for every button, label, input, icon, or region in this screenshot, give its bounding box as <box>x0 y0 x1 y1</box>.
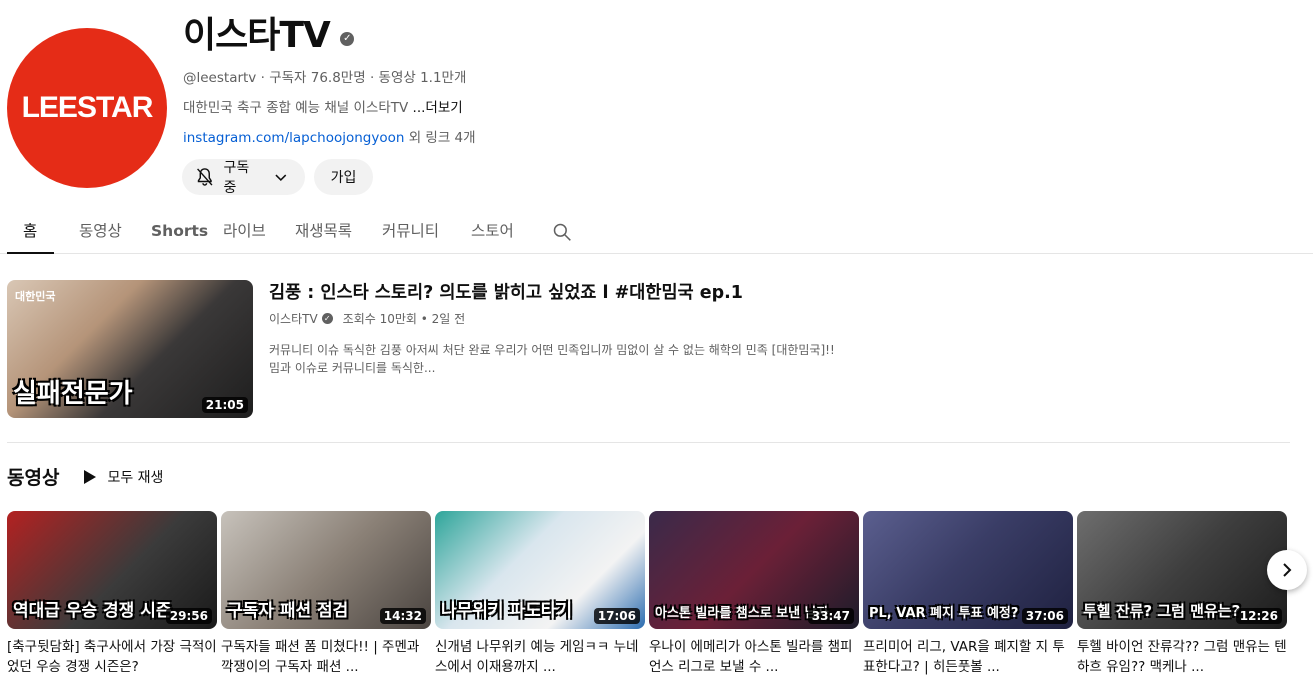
featured-video-info: 김풍 : 인스타 스토리? 의도를 밝히고 싶었죠 l #대한밈국 ep.1 이… <box>269 280 889 377</box>
video-thumb-caption: 구독자 패션 점검 <box>227 601 349 621</box>
tab-community[interactable]: 커뮤니티 <box>382 220 439 242</box>
channel-name-row: 이스타TV ✓ <box>183 12 476 60</box>
tab-playlists[interactable]: 재생목록 <box>295 220 352 242</box>
featured-description-line: 밈과 이슈로 커뮤니티를 독식한... <box>269 361 436 375</box>
verified-check-icon: ✓ <box>339 32 354 46</box>
video-thumb-caption: 아스톤 빌라를 챔스로 보낸 남자 <box>655 606 829 621</box>
tab-videos[interactable]: 동영상 <box>79 220 122 242</box>
bell-off-icon <box>197 168 213 186</box>
video-thumb-caption: 역대급 우승 경쟁 시즌 <box>13 601 172 621</box>
play-all-button[interactable]: 모두 재생 <box>83 467 163 487</box>
tab-store[interactable]: 스토어 <box>471 220 514 242</box>
search-icon[interactable] <box>552 222 572 246</box>
meta-separator: · <box>260 70 270 86</box>
channel-actions: 구독중 가입 <box>182 159 373 196</box>
featured-duration: 21:05 <box>201 397 248 413</box>
more-links-label[interactable]: 외 링크 4개 <box>404 130 476 146</box>
join-label: 가입 <box>330 170 357 186</box>
video-card[interactable]: 투헬 잔류? 그럼 맨유는? 12:26 투헬 바이언 잔류각?? 그럼 맨유는… <box>1077 511 1287 677</box>
featured-thumb-badge: 대한민국 <box>15 290 56 303</box>
featured-video-thumbnail[interactable]: 대한민국 실패전문가 21:05 <box>7 280 253 418</box>
channel-name: 이스타TV <box>183 15 331 56</box>
video-thumb-caption: 나무위키 파도타기 <box>441 601 573 621</box>
featured-description-line: 커뮤니티 이슈 독식한 김풍 아저씨 처단 완료 우리가 어떤 민족입니까 밈없… <box>269 343 835 357</box>
video-card[interactable]: 역대급 우승 경쟁 시즌 29:56 [축구뒷담화] 축구사에서 가장 극적이었… <box>7 511 217 677</box>
subscribed-button[interactable]: 구독중 <box>182 159 305 196</box>
video-card[interactable]: 구독자 패션 점검 14:32 구독자들 패션 폼 미쳤다!! | 주멘과 깍쟁… <box>221 511 431 677</box>
subscriber-count: 구독자 76.8만명 <box>269 70 366 86</box>
channel-links: instagram.com/lapchoojongyoon 외 링크 4개 <box>183 128 476 148</box>
instagram-link[interactable]: instagram.com/lapchoojongyoon <box>183 130 404 146</box>
channel-avatar-logo: LEESTAR <box>21 91 154 124</box>
join-button[interactable]: 가입 <box>314 159 373 195</box>
meta-separator: · <box>369 70 379 86</box>
shelf-next-button[interactable] <box>1267 550 1307 590</box>
chevron-down-icon <box>275 174 287 182</box>
video-title[interactable]: 신개념 나무위키 예능 게임ㅋㅋ 누네스에서 이재용까지 ... <box>435 637 645 677</box>
video-card[interactable]: PL, VAR 폐지 투표 예정? 37:06 프리미어 리그, VAR을 폐지… <box>863 511 1073 677</box>
featured-stats: 조회수 10만회 • 2일 전 <box>342 312 466 326</box>
verified-check-icon: ✓ <box>321 313 333 324</box>
videos-section-title[interactable]: 동영상 <box>7 463 59 490</box>
video-thumbnail[interactable]: 역대급 우승 경쟁 시즌 29:56 <box>7 511 217 629</box>
channel-description[interactable]: 대한민국 축구 종합 예능 채널 이스타TV ...더보기 <box>183 98 476 118</box>
channel-handle: @leestartv <box>183 70 257 86</box>
play-all-label: 모두 재생 <box>107 469 164 486</box>
video-title[interactable]: 프리미어 리그, VAR을 폐지할 지 투표한다고? | 히든풋볼 ... <box>863 637 1073 677</box>
more-link[interactable]: ...더보기 <box>413 100 463 116</box>
featured-thumb-caption: 실패전문가 <box>13 379 133 409</box>
video-thumbnail[interactable]: 투헬 잔류? 그럼 맨유는? 12:26 <box>1077 511 1287 629</box>
channel-info: 이스타TV ✓ @leestartv · 구독자 76.8만명 · 동영상 1.… <box>183 12 476 148</box>
featured-description[interactable]: 커뮤니티 이슈 독식한 김풍 아저씨 처단 완료 우리가 어떤 민족입니까 밈없… <box>269 341 889 377</box>
featured-video-title[interactable]: 김풍 : 인스타 스토리? 의도를 밝히고 싶었죠 l #대한밈국 ep.1 <box>269 280 889 306</box>
video-thumbnail[interactable]: 구독자 패션 점검 14:32 <box>221 511 431 629</box>
active-tab-indicator <box>7 252 54 254</box>
video-title[interactable]: 구독자들 패션 폼 미쳤다!! | 주멘과 깍쟁이의 구독자 패션 ... <box>221 637 431 677</box>
featured-channel-name[interactable]: 이스타TV <box>269 310 318 327</box>
video-duration: 14:32 <box>379 608 426 624</box>
video-duration: 17:06 <box>593 608 640 624</box>
section-divider <box>7 442 1290 443</box>
video-thumb-caption: 투헬 잔류? 그럼 맨유는? <box>1083 602 1241 620</box>
video-title[interactable]: 우나이 에메리가 아스톤 빌라를 챔피언스 리그로 보낼 수 ... <box>649 637 859 677</box>
video-duration: 37:06 <box>1021 608 1068 624</box>
videos-section-header: 동영상 모두 재생 <box>7 463 163 490</box>
video-thumbnail[interactable]: PL, VAR 폐지 투표 예정? 37:06 <box>863 511 1073 629</box>
subscribed-label: 구독중 <box>223 160 250 196</box>
featured-video-meta: 이스타TV ✓ 조회수 10만회 • 2일 전 <box>269 310 889 327</box>
video-card[interactable]: 나무위키 파도타기 17:06 신개념 나무위키 예능 게임ㅋㅋ 누네스에서 이… <box>435 511 645 677</box>
video-thumb-caption: PL, VAR 폐지 투표 예정? <box>869 606 1019 621</box>
video-duration: 33:47 <box>807 608 854 624</box>
video-card[interactable]: 아스톤 빌라를 챔스로 보낸 남자 33:47 우나이 에메리가 아스톤 빌라를… <box>649 511 859 677</box>
video-thumbnail[interactable]: 아스톤 빌라를 챔스로 보낸 남자 33:47 <box>649 511 859 629</box>
channel-description-text: 대한민국 축구 종합 예능 채널 이스타TV <box>183 100 409 116</box>
channel-meta: @leestartv · 구독자 76.8만명 · 동영상 1.1만개 <box>183 68 476 88</box>
channel-avatar[interactable]: LEESTAR <box>7 28 167 188</box>
video-title[interactable]: 투헬 바이언 잔류각?? 그럼 맨유는 텐하흐 유임?? 맥케나 ... <box>1077 637 1287 677</box>
video-count: 동영상 1.1만개 <box>378 70 467 86</box>
video-duration: 29:56 <box>165 608 212 624</box>
video-duration: 12:26 <box>1235 608 1282 624</box>
play-icon <box>84 469 97 484</box>
video-title[interactable]: [축구뒷담화] 축구사에서 가장 극적이었던 우승 경쟁 시즌은? <box>7 637 217 677</box>
tab-live[interactable]: 라이브 <box>223 220 266 242</box>
tab-home[interactable]: 홈 <box>23 220 37 242</box>
video-thumbnail[interactable]: 나무위키 파도타기 17:06 <box>435 511 645 629</box>
channel-tabs: 홈 동영상 Shorts 라이브 재생목록 커뮤니티 스토어 <box>0 212 1313 254</box>
tab-shorts[interactable]: Shorts <box>151 220 208 242</box>
chevron-right-icon <box>1283 563 1292 577</box>
